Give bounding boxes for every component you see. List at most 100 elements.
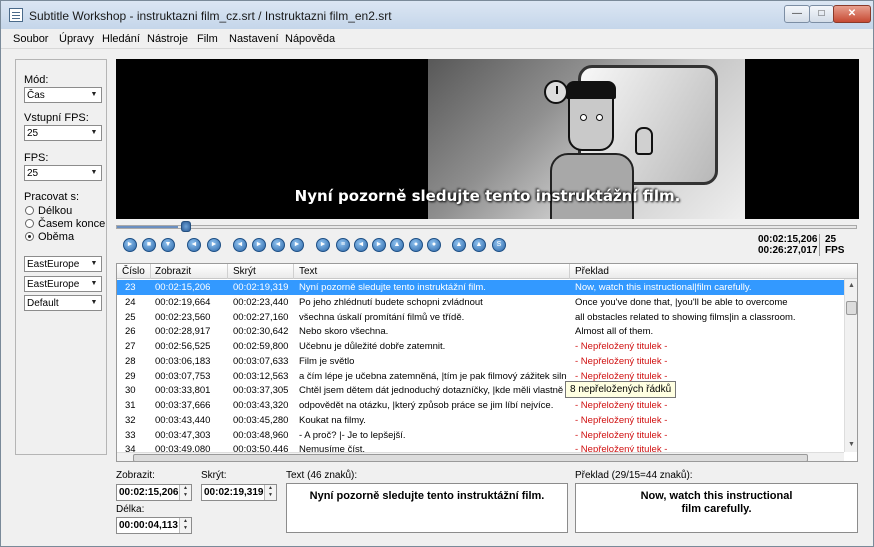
mode-select[interactable]: Čas ▼ <box>24 87 102 103</box>
table-row[interactable]: 33 00:03:47,303 00:03:48,960 - A proč? |- J… <box>117 428 844 443</box>
menu-film[interactable]: Film <box>197 33 218 45</box>
save-icon[interactable]: ▲ <box>472 238 486 252</box>
mark-start-icon[interactable]: ► <box>372 238 386 252</box>
table-row[interactable]: 25 00:02:23,560 00:02:27,160 všechna úskalí… <box>117 310 844 325</box>
sync-icon[interactable]: ● <box>409 238 423 252</box>
cell-translation: - Nepřeložený titulek - <box>575 355 668 367</box>
insert-icon[interactable]: ▲ <box>452 238 466 252</box>
col-show[interactable]: Zobrazit <box>155 266 191 277</box>
translation-label: Překlad (29/15=44 znaků): <box>575 470 693 481</box>
set-start-icon[interactable]: ≡ <box>336 238 350 252</box>
rewind-icon[interactable]: ◄ <box>187 238 201 252</box>
window-title: Subtitle Workshop - instruktazni film_cz… <box>29 9 392 23</box>
duration-field[interactable]: 00:00:04,113 ▲ ▼ <box>116 517 192 534</box>
col-text[interactable]: Text <box>299 266 317 277</box>
col-number[interactable]: Číslo <box>122 266 145 277</box>
table-row[interactable]: 27 00:02:56,525 00:02:59,800 Učebnu je důle… <box>117 339 844 354</box>
cell-text: Učebnu je důležité dobře zatemnit. <box>299 341 446 352</box>
back-icon[interactable]: ◄ <box>271 238 285 252</box>
col-translation[interactable]: Překlad <box>575 266 609 277</box>
end-icon[interactable]: ► <box>316 238 330 252</box>
cell-num: 27 <box>125 341 136 352</box>
fast-forward-icon[interactable]: ► <box>290 238 304 252</box>
text-editor-value: Nyní pozorně sledujte tento instruktážní… <box>309 490 545 502</box>
input-fps-label: Vstupní FPS: <box>24 112 89 124</box>
cell-num: 26 <box>125 326 136 338</box>
cell-hide: 00:02:19,319 <box>233 282 289 293</box>
cell-hide: 00:03:48,960 <box>233 429 289 441</box>
charset-select-1[interactable]: EastEurope ▼ <box>24 256 102 272</box>
scroll-down-icon[interactable]: ▼ <box>845 438 857 452</box>
table-row[interactable]: 26 00:02:28,917 00:02:30,642 Nebo skoro vše… <box>117 324 844 339</box>
cell-hide: 00:03:07,633 <box>233 355 289 367</box>
menu-nastaveni[interactable]: Nastavení <box>229 33 279 45</box>
prev-subtitle-icon[interactable]: ◄ <box>233 238 247 252</box>
table-row[interactable]: 23 00:02:15,206 00:02:19,319 Nyní pozorně s… <box>117 280 844 295</box>
chevron-down-icon: ▼ <box>90 280 98 287</box>
radio-delkou[interactable] <box>25 206 34 215</box>
menu-bar: Soubor Úpravy Hledání Nástroje Film Nast… <box>1 29 873 49</box>
cell-num: 23 <box>125 282 136 293</box>
cell-translation: all obstacles related to showing films|i… <box>575 311 796 323</box>
seek-thumb[interactable] <box>181 221 191 232</box>
jump-icon[interactable]: ● <box>427 238 441 252</box>
vertical-scrollbar[interactable]: ▲ ▼ <box>844 279 857 452</box>
table-row[interactable]: 30 00:03:33,801 00:03:37,305 Chtěl jsem dět… <box>117 383 844 398</box>
table-row[interactable]: 24 00:02:19,664 00:02:23,440 Po jeho zhlédn… <box>117 295 844 310</box>
cell-num: 24 <box>125 296 136 308</box>
duration-label: Délka: <box>116 504 145 515</box>
radio-obema[interactable] <box>25 232 34 241</box>
table-row[interactable]: 31 00:03:37,666 00:03:43,320 odpovědět na o… <box>117 398 844 413</box>
cell-text: a čím lépe je učebna zatemněná, |tím je … <box>299 370 567 382</box>
grid-header: Číslo Zobrazit Skrýt Text Překlad <box>117 264 857 279</box>
input-fps-select[interactable]: 25 ▼ <box>24 125 102 141</box>
scene-character-eye <box>596 114 603 121</box>
translation-line-2: film carefully. <box>681 503 752 515</box>
minimize-button[interactable]: — <box>784 5 810 23</box>
column-divider <box>150 264 151 279</box>
cell-text: Po jeho zhlédnutí budete schopni zvládno… <box>299 296 483 308</box>
radio-casem-konce[interactable] <box>25 219 34 228</box>
menu-upravy[interactable]: Úpravy <box>59 33 94 45</box>
close-button[interactable]: ✕ <box>833 5 871 23</box>
menu-nastroje[interactable]: Nástroje <box>147 33 188 45</box>
charset-select-2[interactable]: EastEurope ▼ <box>24 276 102 292</box>
spin-arrows-icon[interactable]: ▲ ▼ <box>264 485 276 500</box>
col-hide[interactable]: Skrýt <box>233 266 256 277</box>
play-icon[interactable]: ► <box>123 238 137 252</box>
translation-editor[interactable]: Now, watch this instructional film caref… <box>575 483 858 533</box>
vertical-scroll-thumb[interactable] <box>846 301 857 315</box>
show-time-field[interactable]: 00:02:15,206 ▲ ▼ <box>116 484 192 501</box>
next-subtitle-icon[interactable]: ► <box>252 238 266 252</box>
title-bar: Subtitle Workshop - instruktazni film_cz… <box>1 1 873 29</box>
menu-hledani[interactable]: Hledání <box>102 33 140 45</box>
text-editor[interactable]: Nyní pozorně sledujte tento instruktážní… <box>286 483 568 533</box>
horizontal-scrollbar[interactable] <box>117 452 844 461</box>
seek-bar[interactable] <box>116 225 857 229</box>
pause-icon[interactable]: ■ <box>142 238 156 252</box>
table-row[interactable]: 29 00:03:07,753 00:03:12,563 a čím lépe je … <box>117 369 844 384</box>
set-end-icon[interactable]: ◄ <box>354 238 368 252</box>
table-row[interactable]: 28 00:03:06,183 00:03:07,633 Film je světlo… <box>117 354 844 369</box>
table-row[interactable]: 32 00:03:43,440 00:03:45,280 Koukat na film… <box>117 413 844 428</box>
video-preview[interactable]: Nyní pozorně sledujte tento instruktážní… <box>116 59 859 219</box>
fps-select[interactable]: 25 ▼ <box>24 165 102 181</box>
cell-num: 32 <box>125 414 136 426</box>
spin-arrows-icon[interactable]: ▲ ▼ <box>179 518 191 533</box>
style-select[interactable]: Default ▼ <box>24 295 102 311</box>
forward-icon[interactable]: ► <box>207 238 221 252</box>
show-label: Zobrazit: <box>116 470 155 481</box>
menu-napoveda[interactable]: Nápověda <box>285 33 335 45</box>
text-label: Text (46 znaků): <box>286 470 358 481</box>
horizontal-scroll-thumb[interactable] <box>133 454 808 461</box>
scroll-up-icon[interactable]: ▲ <box>845 279 857 293</box>
menu-soubor[interactable]: Soubor <box>13 33 48 45</box>
spin-arrows-icon[interactable]: ▲ ▼ <box>179 485 191 500</box>
hide-label: Skrýt: <box>201 470 227 481</box>
app-icon <box>9 8 23 22</box>
hide-time-field[interactable]: 00:02:19,319 ▲ ▼ <box>201 484 277 501</box>
snapshot-icon[interactable]: S <box>492 238 506 252</box>
maximize-button[interactable]: □ <box>809 5 834 23</box>
mark-end-icon[interactable]: ▲ <box>390 238 404 252</box>
stop-icon[interactable]: ▼ <box>161 238 175 252</box>
